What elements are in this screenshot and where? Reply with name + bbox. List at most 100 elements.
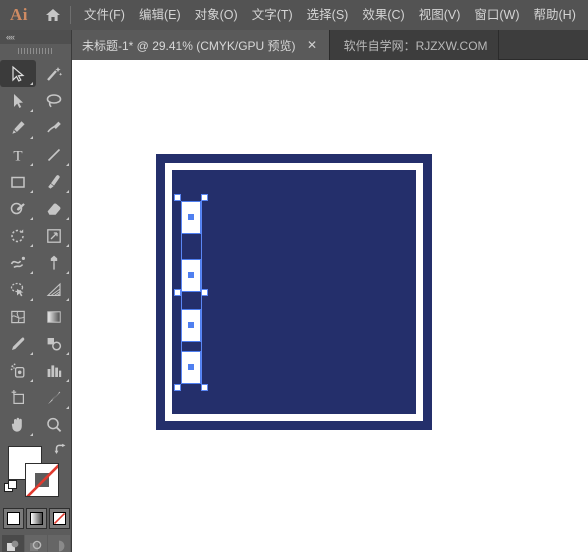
tool-flyout-indicator bbox=[30, 163, 33, 166]
type-tool[interactable]: T bbox=[0, 141, 36, 168]
selection-handle-bottom-right bbox=[201, 384, 208, 391]
selection-tool[interactable] bbox=[0, 60, 36, 87]
magic-wand-tool[interactable] bbox=[36, 60, 72, 87]
menu-select[interactable]: 选择(S) bbox=[300, 0, 356, 30]
menu-object[interactable]: 对象(O) bbox=[188, 0, 245, 30]
tool-flyout-indicator bbox=[30, 217, 33, 220]
slice-tool[interactable] bbox=[36, 384, 72, 411]
hand-tool[interactable] bbox=[0, 411, 36, 438]
tab-label: 未标题-1* @ 29.41% (CMYK/GPU 预览) bbox=[82, 38, 296, 53]
gradient-swatch-icon bbox=[29, 512, 43, 525]
tool-flyout-indicator bbox=[66, 352, 69, 355]
navy-framed-square[interactable] bbox=[156, 154, 432, 430]
home-icon[interactable] bbox=[38, 0, 68, 30]
chevron-double-left-icon[interactable]: «« bbox=[6, 32, 15, 42]
selection-handle-middle-left bbox=[174, 289, 181, 296]
fill-stroke-controls bbox=[0, 442, 72, 504]
blend-tool[interactable] bbox=[36, 330, 72, 357]
draw-inside-button[interactable] bbox=[48, 535, 70, 552]
tool-flyout-indicator bbox=[66, 163, 69, 166]
tool-flyout-indicator bbox=[66, 217, 69, 220]
eyedropper-tool[interactable] bbox=[0, 330, 36, 357]
tool-flyout-indicator bbox=[30, 244, 33, 247]
menu-separator bbox=[70, 6, 71, 24]
shaper-tool[interactable] bbox=[0, 195, 36, 222]
document-tab-bar: 未标题-1* @ 29.41% (CMYK/GPU 预览) ✕ 软件自学网：RJ… bbox=[72, 30, 588, 60]
artboard-tool[interactable] bbox=[0, 384, 36, 411]
menu-bar: Ai 文件(F) 编辑(E) 对象(O) 文字(T) 选择(S) 效果(C) 视… bbox=[0, 0, 588, 30]
draw-behind-button[interactable] bbox=[25, 535, 47, 552]
none-mode-button[interactable] bbox=[48, 508, 70, 529]
scale-tool[interactable] bbox=[36, 222, 72, 249]
none-swatch-icon bbox=[52, 512, 66, 525]
tab-label: 软件自学网：RJZXW.COM bbox=[343, 38, 488, 53]
stripe-group-selected[interactable] bbox=[174, 194, 208, 391]
shape-builder-tool[interactable] bbox=[0, 276, 36, 303]
gradient-mode-button[interactable] bbox=[25, 508, 47, 529]
gradient-tool[interactable] bbox=[36, 303, 72, 330]
menu-help[interactable]: 帮助(H) bbox=[527, 0, 583, 30]
none-slash-icon bbox=[26, 464, 58, 496]
tool-flyout-indicator bbox=[66, 406, 69, 409]
zoom-tool[interactable] bbox=[36, 411, 72, 438]
selection-handle-bottom-left bbox=[174, 384, 181, 391]
tool-flyout-indicator bbox=[66, 298, 69, 301]
tool-flyout-indicator bbox=[66, 379, 69, 382]
tool-flyout-indicator bbox=[30, 82, 33, 85]
anchor-point bbox=[188, 214, 194, 220]
tool-flyout-indicator bbox=[30, 109, 33, 112]
width-tool[interactable] bbox=[0, 249, 36, 276]
tool-flyout-indicator bbox=[66, 244, 69, 247]
tool-flyout-indicator bbox=[30, 190, 33, 193]
close-icon[interactable]: ✕ bbox=[306, 39, 319, 52]
mesh-tool[interactable] bbox=[0, 303, 36, 330]
selection-handle-top-right bbox=[201, 194, 208, 201]
menu-view[interactable]: 视图(V) bbox=[412, 0, 468, 30]
document-tab-active[interactable]: 未标题-1* @ 29.41% (CMYK/GPU 预览) ✕ bbox=[72, 30, 330, 60]
menu-type[interactable]: 文字(T) bbox=[245, 0, 300, 30]
draw-normal-button[interactable] bbox=[2, 535, 24, 552]
menu-edit[interactable]: 编辑(E) bbox=[132, 0, 188, 30]
menu-effect[interactable]: 效果(C) bbox=[355, 0, 411, 30]
rectangle-tool[interactable] bbox=[0, 168, 36, 195]
tool-grid: T bbox=[0, 58, 72, 438]
draw-mode-row bbox=[0, 535, 72, 552]
canvas-area[interactable] bbox=[72, 60, 588, 552]
tool-flyout-indicator bbox=[30, 136, 33, 139]
artwork-inner-fill bbox=[172, 170, 416, 414]
illustrator-window: Ai 文件(F) 编辑(E) 对象(O) 文字(T) 选择(S) 效果(C) 视… bbox=[0, 0, 588, 552]
eraser-tool[interactable] bbox=[36, 195, 72, 222]
stroke-swatch[interactable] bbox=[25, 463, 59, 497]
menu-file[interactable]: 文件(F) bbox=[77, 0, 132, 30]
app-logo: Ai bbox=[10, 5, 28, 24]
lasso-tool[interactable] bbox=[36, 87, 72, 114]
column-graph-tool[interactable] bbox=[36, 357, 72, 384]
tools-panel: «« T bbox=[0, 30, 72, 552]
tool-flyout-indicator bbox=[30, 433, 33, 436]
tool-flyout-indicator bbox=[66, 190, 69, 193]
swap-fill-stroke-icon[interactable] bbox=[53, 443, 67, 457]
rotate-tool[interactable] bbox=[0, 222, 36, 249]
panel-drag-grip[interactable] bbox=[0, 44, 71, 58]
selection-handle-middle-right bbox=[201, 289, 208, 296]
anchor-point bbox=[188, 364, 194, 370]
menu-window[interactable]: 窗口(W) bbox=[467, 0, 526, 30]
default-fill-stroke-icon[interactable] bbox=[4, 480, 17, 493]
curvature-tool[interactable] bbox=[36, 114, 72, 141]
free-transform-tool[interactable] bbox=[36, 249, 72, 276]
tool-flyout-indicator bbox=[30, 379, 33, 382]
svg-text:T: T bbox=[13, 148, 22, 164]
menu-items: 文件(F) 编辑(E) 对象(O) 文字(T) 选择(S) 效果(C) 视图(V… bbox=[77, 0, 583, 30]
panel-collapse-bar[interactable]: «« bbox=[0, 30, 71, 44]
pen-tool[interactable] bbox=[0, 114, 36, 141]
document-tab-inactive[interactable]: 软件自学网：RJZXW.COM bbox=[329, 30, 499, 60]
perspective-grid-tool[interactable] bbox=[36, 276, 72, 303]
color-mode-button[interactable] bbox=[2, 508, 24, 529]
symbol-sprayer-tool[interactable] bbox=[0, 357, 36, 384]
line-segment-tool[interactable] bbox=[36, 141, 72, 168]
selection-handle-top-left bbox=[174, 194, 181, 201]
direct-selection-tool[interactable] bbox=[0, 87, 36, 114]
paint-mode-row bbox=[0, 508, 72, 530]
paintbrush-tool[interactable] bbox=[36, 168, 72, 195]
solid-color-icon bbox=[6, 512, 20, 525]
